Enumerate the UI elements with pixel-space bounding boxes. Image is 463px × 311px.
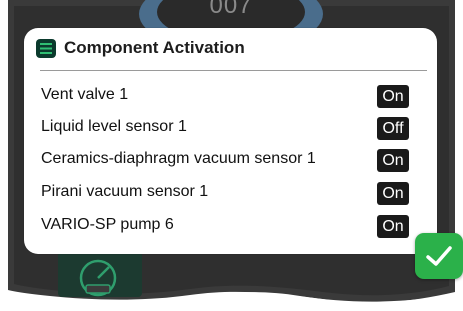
component-row-ceramics-sensor: Ceramics-diaphragm vacuum sensor 1 On (24, 146, 437, 174)
toggle-button[interactable]: On (377, 85, 409, 108)
component-label: VARIO-SP pump 6 (41, 216, 174, 233)
component-row-liquid-level-sensor: Liquid level sensor 1 Off (24, 114, 437, 142)
header-divider (40, 70, 427, 71)
toggle-button[interactable]: On (377, 149, 409, 172)
component-activation-dialog: Component Activation Vent valve 1 On Liq… (24, 28, 437, 254)
component-label: Liquid level sensor 1 (41, 118, 187, 135)
component-row-vario-pump: VARIO-SP pump 6 On (24, 212, 437, 240)
toggle-button[interactable]: On (377, 182, 409, 205)
gauge-widget (58, 252, 142, 297)
component-row-pirani-sensor: Pirani vacuum sensor 1 On (24, 179, 437, 207)
checkmark-icon (426, 246, 452, 266)
component-label: Pirani vacuum sensor 1 (41, 183, 209, 200)
toggle-button[interactable]: On (377, 215, 409, 238)
component-label: Vent valve 1 (41, 86, 129, 103)
top-dial-readout: 007 (209, 0, 253, 19)
toggle-button[interactable]: Off (377, 117, 409, 140)
component-row-vent-valve: Vent valve 1 On (24, 82, 437, 110)
dialog-title: Component Activation (64, 38, 245, 57)
component-label: Ceramics-diaphragm vacuum sensor 1 (41, 150, 316, 167)
gauge-icon (79, 259, 117, 297)
confirm-button[interactable] (415, 233, 463, 279)
list-icon (36, 39, 56, 58)
dialog-header: Component Activation (24, 28, 437, 70)
